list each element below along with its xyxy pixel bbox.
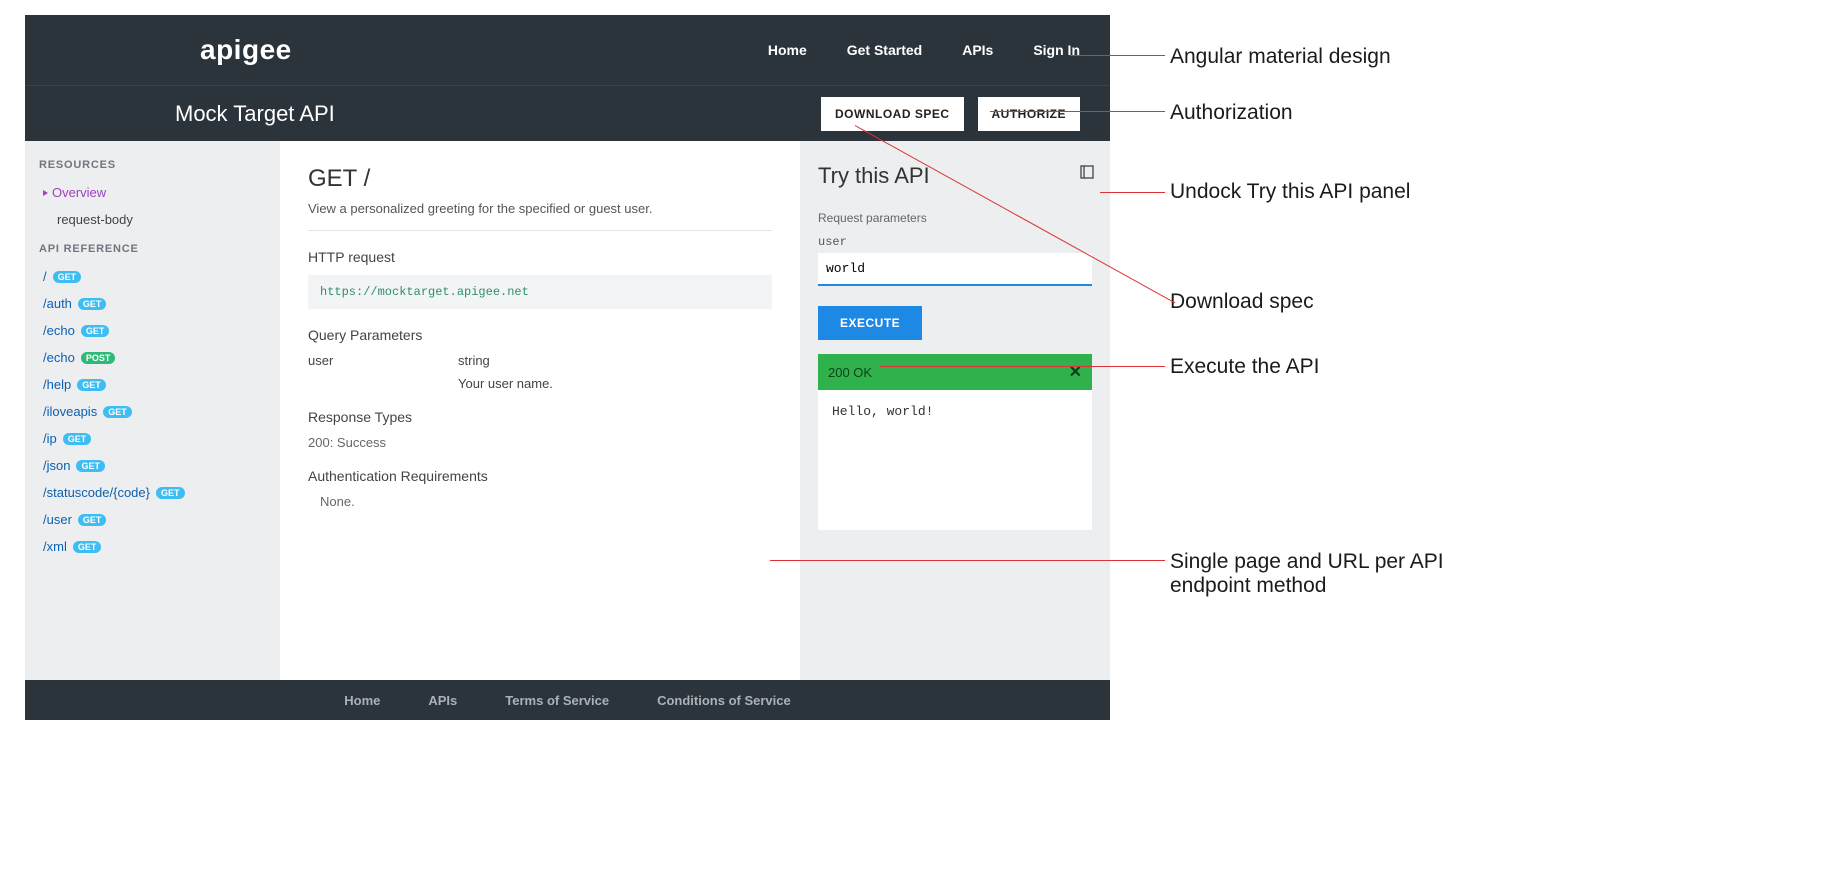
sidebar-item-label: /user bbox=[43, 512, 72, 527]
sidebar-item-label: /auth bbox=[43, 296, 72, 311]
annotation-authorization: Authorization bbox=[1170, 101, 1293, 125]
footer-apis[interactable]: APIs bbox=[428, 693, 457, 708]
annotation-download: Download spec bbox=[1170, 290, 1314, 314]
sidebar-item-label: / bbox=[43, 269, 47, 284]
query-params-heading: Query Parameters bbox=[308, 327, 772, 343]
annotation-undock: Undock Try this API panel bbox=[1170, 180, 1420, 204]
response-status: 200 OK bbox=[828, 365, 872, 380]
method-badge: GET bbox=[63, 433, 92, 445]
sidebar-item-auth[interactable]: /auth GET bbox=[39, 290, 266, 317]
sidebar-item-label: /ip bbox=[43, 431, 57, 446]
logo-suffix: gee bbox=[242, 34, 292, 65]
sidebar-item-label: /echo bbox=[43, 350, 75, 365]
annotation-line bbox=[880, 366, 1165, 367]
nav-get-started[interactable]: Get Started bbox=[847, 42, 922, 58]
divider bbox=[308, 230, 772, 231]
response-types-heading: Response Types bbox=[308, 409, 772, 425]
sidebar-item-echo-post[interactable]: /echo POST bbox=[39, 344, 266, 371]
method-badge: GET bbox=[77, 379, 106, 391]
auth-req-heading: Authentication Requirements bbox=[308, 468, 772, 484]
sidebar-item-label: /echo bbox=[43, 323, 75, 338]
sidebar-resources-heading: RESOURCES bbox=[39, 159, 266, 171]
sidebar-item-label: /help bbox=[43, 377, 71, 392]
footer-tos[interactable]: Terms of Service bbox=[505, 693, 609, 708]
sidebar-item-json[interactable]: /json GET bbox=[39, 452, 266, 479]
annotation-execute: Execute the API bbox=[1170, 355, 1319, 379]
sidebar-item-label: /statuscode/{code} bbox=[43, 485, 150, 500]
footer-home[interactable]: Home bbox=[344, 693, 380, 708]
sidebar-item-label: Overview bbox=[52, 185, 106, 200]
annotation-angular: Angular material design bbox=[1170, 45, 1391, 69]
sidebar-item-root[interactable]: / GET bbox=[39, 263, 266, 290]
sidebar-item-echo-get[interactable]: /echo GET bbox=[39, 317, 266, 344]
api-title: Mock Target API bbox=[175, 101, 335, 127]
response-type-value: 200: Success bbox=[308, 435, 772, 450]
content-area: RESOURCES Overview request-body API REFE… bbox=[25, 141, 1110, 680]
sidebar-item-label: /iloveapis bbox=[43, 404, 97, 419]
param-name: user bbox=[308, 353, 458, 368]
method-badge: GET bbox=[53, 271, 82, 283]
nav-apis[interactable]: APIs bbox=[962, 42, 993, 58]
method-badge: POST bbox=[81, 352, 116, 364]
param-label: user bbox=[818, 235, 1092, 249]
response-body: Hello, world! bbox=[818, 390, 1092, 530]
sidebar-item-ip[interactable]: /ip GET bbox=[39, 425, 266, 452]
endpoint-description: View a personalized greeting for the spe… bbox=[308, 201, 772, 216]
method-badge: GET bbox=[78, 298, 107, 310]
sidebar-item-label: /json bbox=[43, 458, 70, 473]
execute-button[interactable]: EXECUTE bbox=[818, 306, 922, 340]
sidebar-item-statuscode[interactable]: /statuscode/{code} GET bbox=[39, 479, 266, 506]
caret-icon bbox=[43, 190, 48, 196]
method-badge: GET bbox=[78, 514, 107, 526]
method-badge: GET bbox=[73, 541, 102, 553]
sub-navbar: Mock Target API DOWNLOAD SPEC AUTHORIZE bbox=[25, 85, 1110, 141]
http-request-heading: HTTP request bbox=[308, 249, 772, 265]
method-badge: GET bbox=[156, 487, 185, 499]
sidebar-item-iloveapis[interactable]: /iloveapis GET bbox=[39, 398, 266, 425]
close-icon[interactable]: ✕ bbox=[1069, 362, 1082, 382]
sidebar-item-label: /xml bbox=[43, 539, 67, 554]
http-request-url: https://mocktarget.apigee.net bbox=[308, 275, 772, 309]
annotation-line bbox=[1070, 55, 1165, 56]
sidebar: RESOURCES Overview request-body API REFE… bbox=[25, 141, 280, 680]
request-params-heading: Request parameters bbox=[818, 211, 1092, 225]
footer-cos[interactable]: Conditions of Service bbox=[657, 693, 791, 708]
logo: apigee bbox=[200, 34, 292, 66]
sidebar-item-label: request-body bbox=[57, 212, 133, 227]
annotation-line bbox=[990, 111, 1165, 112]
sidebar-item-user[interactable]: /user GET bbox=[39, 506, 266, 533]
endpoint-heading: GET / bbox=[308, 165, 772, 193]
param-type: string bbox=[458, 353, 490, 368]
auth-req-value: None. bbox=[308, 494, 772, 509]
top-navbar: apigee Home Get Started APIs Sign In bbox=[25, 15, 1110, 85]
sidebar-item-request-body[interactable]: request-body bbox=[39, 206, 266, 233]
authorize-button[interactable]: AUTHORIZE bbox=[978, 97, 1081, 131]
sidebar-item-help[interactable]: /help GET bbox=[39, 371, 266, 398]
logo-prefix: api bbox=[200, 34, 242, 65]
try-api-title: Try this API bbox=[818, 163, 1092, 189]
api-portal: apigee Home Get Started APIs Sign In Moc… bbox=[25, 15, 1110, 720]
top-nav: Home Get Started APIs Sign In bbox=[768, 42, 1080, 58]
nav-home[interactable]: Home bbox=[768, 42, 807, 58]
method-badge: GET bbox=[76, 460, 105, 472]
undock-icon[interactable] bbox=[1080, 165, 1094, 179]
method-badge: GET bbox=[81, 325, 110, 337]
param-desc: Your user name. bbox=[458, 376, 553, 391]
sidebar-apiref-heading: API REFERENCE bbox=[39, 243, 266, 255]
annotation-line bbox=[770, 560, 1165, 561]
download-spec-button[interactable]: DOWNLOAD SPEC bbox=[821, 97, 964, 131]
sidebar-item-overview[interactable]: Overview bbox=[39, 179, 266, 206]
annotation-line bbox=[1100, 192, 1165, 193]
footer: Home APIs Terms of Service Conditions of… bbox=[25, 680, 1110, 720]
try-api-panel: Try this API Request parameters user EXE… bbox=[800, 141, 1110, 680]
sidebar-item-xml[interactable]: /xml GET bbox=[39, 533, 266, 560]
response-status-bar: 200 OK ✕ bbox=[818, 354, 1092, 390]
param-input-user[interactable] bbox=[818, 253, 1092, 286]
main-panel: GET / View a personalized greeting for t… bbox=[280, 141, 800, 680]
method-badge: GET bbox=[103, 406, 132, 418]
annotation-single-page: Single page and URL per API endpoint met… bbox=[1170, 550, 1470, 598]
